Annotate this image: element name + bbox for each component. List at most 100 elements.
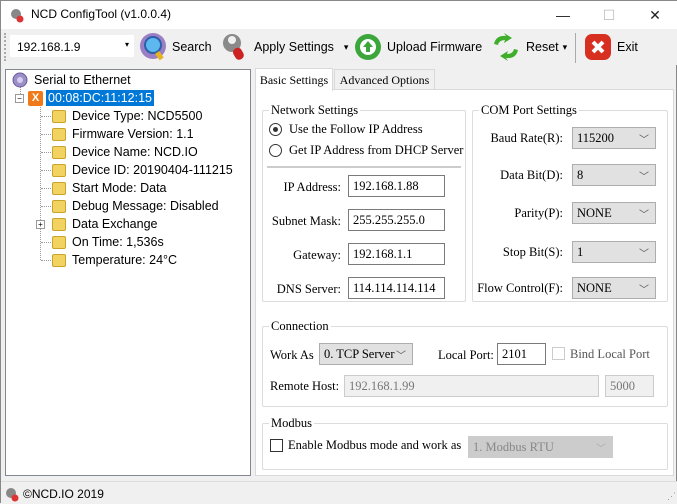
flow-control-label: Flow Control(F): — [477, 281, 563, 295]
tab-basic-settings[interactable]: Basic Settings — [255, 68, 333, 91]
tree-item-label: Device Type: NCD5500 — [72, 109, 203, 123]
folder-icon — [52, 199, 66, 213]
chevron-down-icon[interactable]: ▾ — [125, 40, 129, 49]
apply-settings-button[interactable]: Apply Settings ▾ — [220, 31, 348, 63]
modbus-group: Modbus Enable Modbus mode and work as 1.… — [262, 416, 668, 470]
folder-icon — [52, 181, 66, 195]
modbus-mode-value: 1. Modbus RTU — [473, 440, 554, 454]
tree-item[interactable]: Device Type: NCD5500 — [52, 107, 202, 125]
exit-label: Exit — [617, 40, 638, 54]
exit-x-icon — [585, 34, 611, 60]
toolbar-separator — [575, 33, 576, 63]
tree-item[interactable]: Data Exchange — [52, 215, 157, 233]
work-as-select[interactable]: 0. TCP Server ﹀ — [319, 343, 413, 365]
remote-host-label: Remote Host: — [270, 379, 340, 393]
tree-item[interactable]: Device Name: NCD.IO — [52, 143, 198, 161]
close-button[interactable]: ✕ — [632, 1, 677, 29]
tree-device-node[interactable]: − X 00:08:DC:11:12:15 — [15, 89, 155, 107]
modbus-legend: Modbus — [269, 416, 314, 431]
chevron-down-icon: ﹀ — [639, 210, 649, 221]
folder-icon — [52, 235, 66, 249]
upload-firmware-label: Upload Firmware — [387, 40, 483, 54]
dhcp-radio[interactable] — [269, 144, 282, 157]
refresh-icon — [494, 33, 518, 61]
parity-value: NONE — [577, 206, 612, 220]
folder-icon — [52, 109, 66, 123]
ip-address-label: IP Address: — [283, 180, 341, 194]
title-bar: NCD ConfigTool (v1.0.0.4) — ☐ ✕ — [1, 1, 677, 29]
divider — [267, 166, 461, 168]
upload-firmware-button[interactable]: Upload Firmware — [353, 31, 482, 63]
apply-settings-dropdown-icon[interactable]: ▾ — [344, 42, 349, 53]
app-wrench-icon — [6, 488, 19, 502]
stop-bit-label: Stop Bit(S): — [502, 245, 563, 259]
tree-item[interactable]: Device ID: 20190404-111215 — [52, 161, 233, 179]
work-as-label: Work As — [270, 348, 314, 362]
tree-item[interactable]: Debug Message: Disabled — [52, 197, 219, 215]
chevron-down-icon: ﹀ — [639, 172, 649, 183]
device-mac-label: 00:08:DC:11:12:15 — [46, 90, 155, 106]
subnet-mask-field[interactable]: 255.255.255.0 — [348, 209, 445, 231]
baud-rate-select[interactable]: 115200 ﹀ — [572, 127, 656, 149]
collapse-toggle[interactable]: − — [15, 93, 24, 103]
subnet-mask-label: Subnet Mask: — [271, 214, 341, 228]
folder-icon — [52, 163, 66, 177]
chevron-down-icon: ﹀ — [396, 351, 406, 362]
ip-address-combo[interactable]: 192.168.1.9 ▾ — [10, 35, 134, 57]
tree-item[interactable]: On Time: 1,536s — [52, 233, 164, 251]
tree-item-label: Start Mode: Data — [72, 181, 167, 195]
minimize-button[interactable]: — — [540, 1, 586, 29]
search-label: Search — [172, 40, 212, 54]
folder-icon — [52, 217, 66, 231]
exit-button[interactable]: Exit — [583, 31, 638, 63]
tree-item-label: On Time: 1,536s — [72, 235, 164, 249]
gateway-field[interactable]: 192.168.1.1 — [348, 243, 445, 265]
settings-pane: Network Settings Use the Follow IP Addre… — [255, 89, 674, 476]
dns-server-field[interactable]: 114.114.114.114 — [348, 277, 445, 299]
modbus-mode-select[interactable]: 1. Modbus RTU ﹀ — [468, 436, 613, 458]
tree-item[interactable]: Firmware Version: 1.1 — [52, 125, 194, 143]
bind-local-port-label: Bind Local Port — [570, 347, 650, 361]
resize-grip-icon[interactable]: ⋰ — [667, 491, 676, 502]
flow-control-value: NONE — [577, 281, 612, 295]
stop-bit-select[interactable]: 1 ﹀ — [572, 241, 656, 263]
remote-host-field[interactable]: 192.168.1.99 — [344, 375, 599, 397]
chevron-down-icon: ﹀ — [639, 285, 649, 296]
dhcp-label: Get IP Address from DHCP Server — [289, 143, 464, 157]
wrench-icon — [223, 34, 244, 60]
static-ip-radio[interactable] — [269, 123, 282, 136]
reset-button[interactable]: Reset ▾ — [490, 31, 567, 63]
connection-legend: Connection — [269, 319, 331, 334]
connection-group: Connection Work As 0. TCP Server ﹀ Local … — [262, 319, 668, 407]
search-icon — [140, 33, 166, 61]
tree-item[interactable]: Temperature: 24°C — [52, 251, 177, 269]
remote-port-field[interactable]: 5000 — [605, 375, 654, 397]
parity-select[interactable]: NONE ﹀ — [572, 202, 656, 224]
enable-modbus-checkbox[interactable] — [270, 439, 283, 452]
folder-icon — [52, 145, 66, 159]
folder-icon — [52, 253, 66, 267]
flow-control-select[interactable]: NONE ﹀ — [572, 277, 656, 299]
tree-root-node[interactable]: Serial to Ethernet — [12, 71, 131, 89]
bind-local-port-checkbox[interactable] — [552, 347, 565, 360]
tree-item[interactable]: Start Mode: Data — [52, 179, 167, 197]
tree-item-label: Temperature: 24°C — [72, 253, 178, 267]
toolbar-grip[interactable] — [4, 33, 7, 61]
data-bit-select[interactable]: 8 ﹀ — [572, 164, 656, 186]
ip-address-field[interactable]: 192.168.1.88 — [348, 175, 445, 197]
enable-modbus-label: Enable Modbus mode and work as — [288, 438, 462, 452]
local-port-field[interactable]: 2101 — [497, 343, 546, 365]
window-title: NCD ConfigTool (v1.0.0.4) — [31, 7, 172, 21]
data-bit-label: Data Bit(D): — [500, 168, 563, 182]
static-ip-label: Use the Follow IP Address — [289, 122, 423, 136]
tree-item-label: Device Name: NCD.IO — [72, 145, 198, 159]
reset-dropdown-icon[interactable]: ▾ — [563, 42, 568, 53]
folder-icon — [52, 127, 66, 141]
maximize-button[interactable]: ☐ — [586, 1, 632, 29]
search-button[interactable]: Search — [138, 31, 212, 63]
expand-toggle[interactable]: + — [36, 220, 45, 229]
tab-advanced-options[interactable]: Advanced Options — [334, 69, 435, 91]
tree-item-label: Data Exchange — [72, 217, 158, 231]
device-tree[interactable]: Serial to Ethernet − X 00:08:DC:11:12:15… — [5, 69, 251, 476]
chevron-down-icon: ﹀ — [639, 135, 649, 146]
